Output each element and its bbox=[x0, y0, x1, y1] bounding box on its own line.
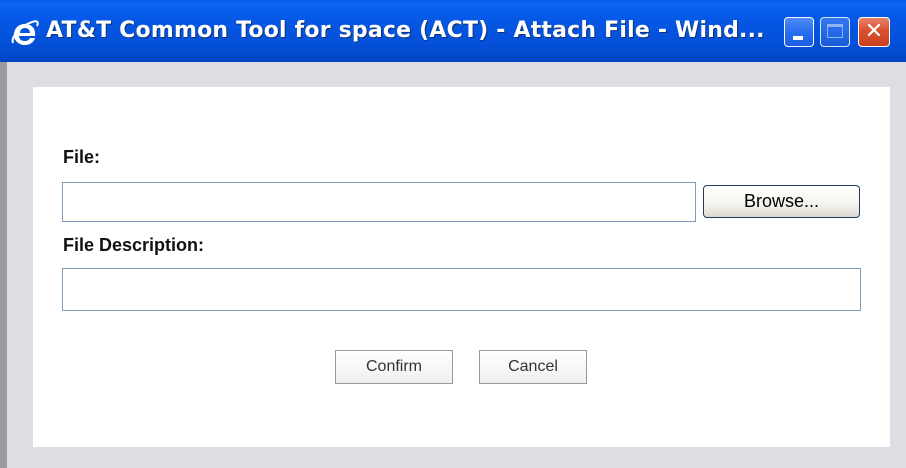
file-description-label: File Description: bbox=[63, 235, 205, 255]
minimize-button[interactable] bbox=[784, 17, 814, 47]
file-label: File: bbox=[63, 147, 101, 167]
maximize-icon bbox=[827, 24, 843, 38]
ie-icon bbox=[11, 20, 39, 45]
title-bar[interactable]: AT&T Common Tool for space (ACT) - Attac… bbox=[0, 0, 906, 62]
form-panel bbox=[33, 87, 890, 447]
attach-file-window: AT&T Common Tool for space (ACT) - Attac… bbox=[0, 0, 906, 468]
confirm-button[interactable]: Confirm bbox=[335, 350, 453, 384]
file-description-input[interactable] bbox=[62, 268, 861, 311]
file-path-input[interactable] bbox=[62, 182, 696, 222]
close-button[interactable]: ✕ bbox=[858, 17, 890, 47]
browse-button[interactable]: Browse... bbox=[703, 185, 860, 218]
window-title: AT&T Common Tool for space (ACT) - Attac… bbox=[46, 18, 765, 43]
close-icon: ✕ bbox=[864, 19, 884, 44]
cancel-button[interactable]: Cancel bbox=[479, 350, 587, 384]
minimize-icon bbox=[793, 36, 803, 40]
window-frame-edge bbox=[0, 62, 7, 468]
maximize-button[interactable] bbox=[820, 17, 850, 47]
